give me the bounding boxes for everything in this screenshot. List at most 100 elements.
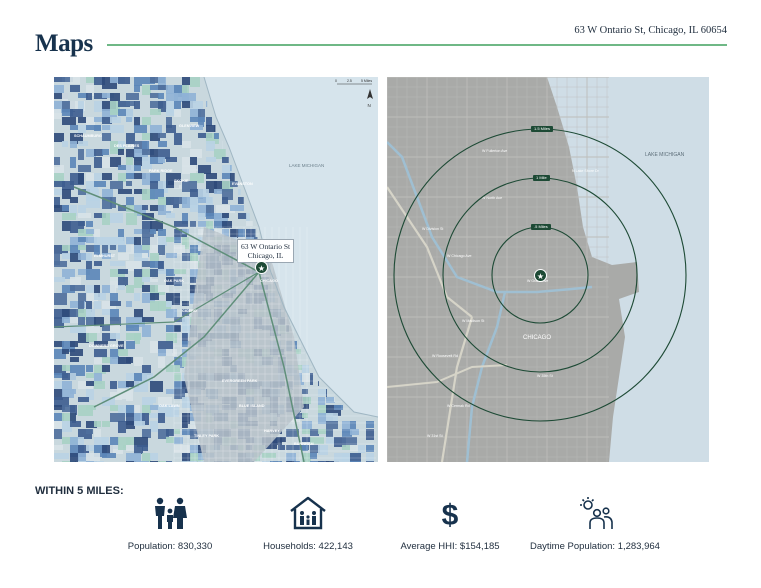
census-block [366,421,374,428]
census-block [118,285,125,290]
census-block [54,189,62,195]
census-block [102,149,109,155]
census-block [326,429,333,437]
census-block [326,437,334,444]
census-block [70,109,83,117]
census-block [110,245,116,250]
census-block [94,157,102,168]
census-block [166,253,177,258]
census-block [118,277,128,286]
census-block [70,197,78,203]
census-block [70,357,79,362]
census-block [70,141,77,148]
population-label: Population: 830,330 [127,541,213,552]
census-block [182,141,191,148]
census-block [54,429,62,439]
census-block [142,253,148,258]
demographic-heat-map[interactable]: LAKE MICHIGAN 0 2.5 5 Miles N EVANSTON SK… [54,77,378,462]
census-block [134,269,143,277]
census-block [166,157,177,162]
stat-households: Households: 422,143 [253,496,363,552]
census-block [126,421,135,429]
census-block [166,269,175,276]
census-block [110,109,118,115]
place-label: DOWNERS GROVE [89,344,124,348]
census-block [70,437,78,445]
property-star-marker[interactable]: ★ [255,261,268,274]
census-block [62,221,71,231]
census-block [158,93,164,99]
census-block [62,205,69,211]
map-scale-bar: 0 2.5 5 Miles [335,79,372,85]
census-block [158,157,165,163]
census-block [126,101,135,106]
census-block [94,301,101,309]
census-block [126,341,135,349]
census-block [222,157,229,163]
place-label: CICERO [182,309,197,313]
census-block [230,165,232,171]
census-block [214,189,223,194]
census-block [238,189,241,195]
census-block [310,373,313,385]
census-block [198,109,205,117]
census-block [134,293,140,301]
svg-text:0: 0 [335,79,337,83]
census-block [150,293,159,300]
census-block [78,149,84,160]
census-block [206,101,208,107]
census-block [238,213,247,219]
page-title: Maps [35,30,93,57]
radius-map[interactable]: LAKE MICHIGAN CHICAGO W Fullerton Ave W N… [387,77,709,462]
census-block [142,429,151,438]
census-block [150,109,161,115]
census-block [174,133,182,145]
census-block [174,373,181,381]
census-block [150,301,159,311]
census-block [294,461,300,462]
census-block [110,125,124,133]
census-block [110,93,120,101]
census-block [102,133,111,141]
census-block [158,141,167,147]
census-block [150,381,163,392]
census-block [86,333,97,342]
census-block [118,253,129,260]
census-block [94,181,106,187]
census-block [326,421,338,429]
heat-map-canvas[interactable]: LAKE MICHIGAN 0 2.5 5 Miles N EVANSTON SK… [54,77,378,462]
callout-street: 63 W Ontario St [241,242,291,251]
census-block [134,117,140,126]
census-block [198,213,205,220]
ring-label-1-mile: 1 Mile [533,175,550,181]
census-block [86,197,100,208]
place-label: BURNHAM [294,442,314,446]
census-block [166,429,174,436]
census-block [62,381,72,390]
census-block [118,445,126,450]
daytime-population-label: Daytime Population: 1,283,964 [530,541,660,552]
title-divider [107,44,727,46]
daytime-people-icon [580,497,613,529]
census-block [142,117,151,125]
census-block [190,149,202,158]
census-block [134,101,140,109]
street-label: W 35th St [537,374,553,378]
census-block [166,349,177,356]
census-block [70,125,78,130]
census-block [350,421,356,430]
census-block [86,93,92,100]
census-block [366,429,374,440]
census-block [158,237,167,246]
radius-map-canvas[interactable]: LAKE MICHIGAN CHICAGO W Fullerton Ave W N… [387,77,709,462]
census-block [254,229,256,237]
census-block [158,413,165,423]
family-icon [155,497,187,529]
census-block [166,109,175,116]
census-block [62,213,76,220]
census-block [94,421,101,427]
property-star-marker[interactable]: ★ [534,269,547,282]
census-block [62,181,74,190]
place-label: TINLEY PARK [194,434,219,438]
census-block [206,173,217,179]
